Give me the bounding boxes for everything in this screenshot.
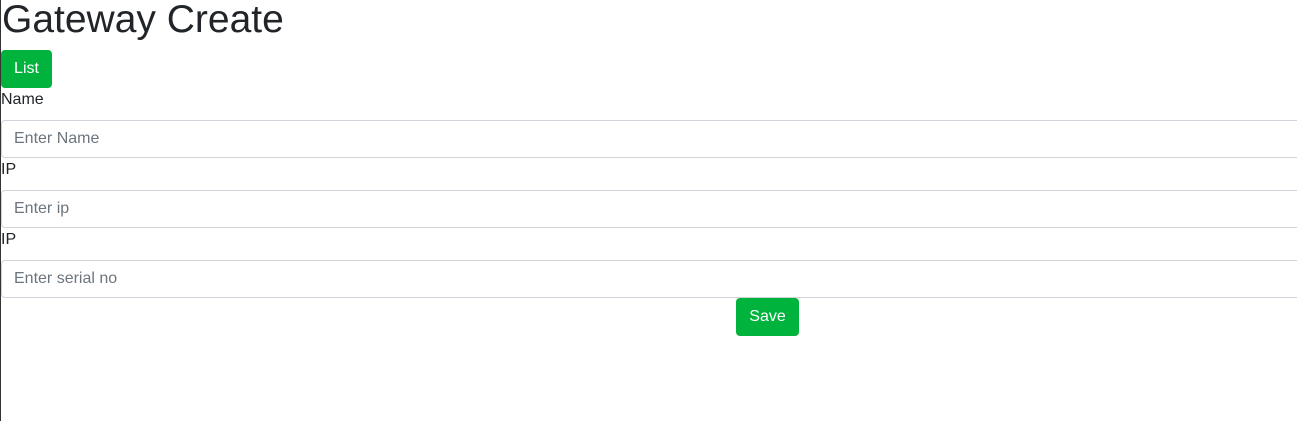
ip-input[interactable]	[1, 190, 1297, 228]
gateway-create-page: Gateway Create List Name IP IP Save	[0, 0, 1297, 421]
page-title: Gateway Create	[2, 0, 284, 41]
ip-label: IP	[1, 161, 17, 178]
name-input[interactable]	[1, 120, 1297, 158]
serial-label: IP	[1, 231, 17, 248]
serial-input[interactable]	[1, 260, 1297, 298]
list-button[interactable]: List	[1, 50, 52, 88]
name-label: Name	[1, 91, 44, 108]
save-button[interactable]: Save	[736, 298, 799, 336]
